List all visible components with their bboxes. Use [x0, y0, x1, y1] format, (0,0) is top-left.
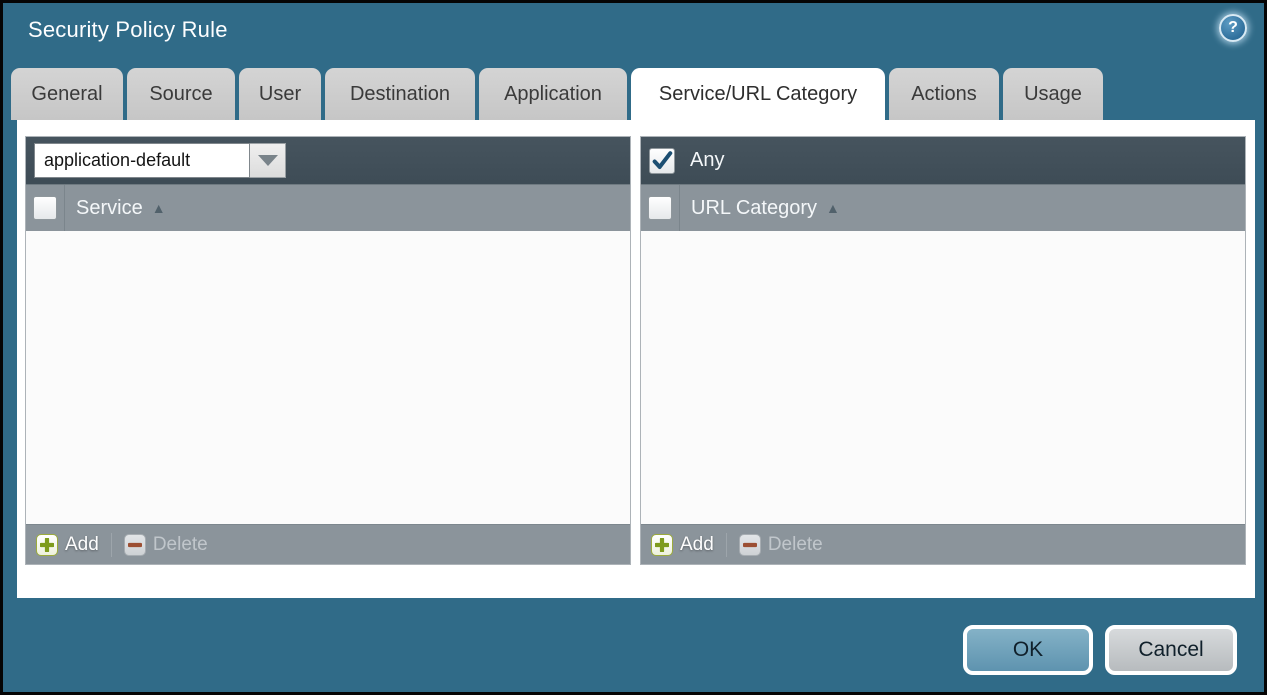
cancel-button-label: Cancel — [1138, 638, 1203, 662]
url-category-column-header[interactable]: URL Category ▲ — [691, 197, 840, 220]
chevron-down-icon — [258, 155, 278, 166]
tab-source[interactable]: Source — [127, 68, 235, 120]
url-category-table-header: URL Category ▲ — [641, 184, 1245, 231]
help-icon[interactable]: ? — [1219, 14, 1247, 42]
help-glyph: ? — [1228, 19, 1238, 37]
any-label: Any — [690, 149, 724, 172]
add-button-label: Add — [680, 534, 714, 556]
url-category-footer: Add Delete — [641, 524, 1245, 564]
minus-icon — [739, 534, 761, 556]
sort-ascending-icon: ▲ — [152, 200, 166, 216]
url-category-table-body — [641, 231, 1245, 524]
service-panel: application-default Service ▲ — [25, 136, 631, 565]
service-select-all-checkbox[interactable] — [33, 196, 57, 220]
any-checkbox[interactable] — [649, 148, 675, 174]
page-title: Security Policy Rule — [28, 17, 228, 43]
delete-button-label: Delete — [153, 534, 208, 556]
minus-icon — [124, 534, 146, 556]
url-category-toolbar: Any — [641, 137, 1245, 184]
service-type-dropdown-value[interactable]: application-default — [34, 143, 250, 178]
sort-ascending-icon: ▲ — [826, 200, 840, 216]
tab-general[interactable]: General — [11, 68, 123, 120]
footer-divider — [726, 533, 727, 557]
ok-button-label: OK — [1013, 638, 1043, 662]
cancel-button[interactable]: Cancel — [1105, 625, 1237, 675]
service-footer: Add Delete — [26, 524, 630, 564]
service-table-body — [26, 231, 630, 524]
tab-label: User — [259, 83, 301, 106]
service-checkbox-column — [26, 185, 65, 231]
url-category-add-button[interactable]: Add — [651, 534, 714, 556]
tab-label: General — [31, 83, 102, 106]
url-category-delete-button[interactable]: Delete — [739, 534, 823, 556]
tab-content-panel: application-default Service ▲ — [17, 120, 1255, 598]
tab-label: Source — [149, 83, 212, 106]
plus-icon — [36, 534, 58, 556]
delete-button-label: Delete — [768, 534, 823, 556]
footer-divider — [111, 533, 112, 557]
url-category-column-label: URL Category — [691, 197, 817, 220]
plus-icon — [651, 534, 673, 556]
tab-label: Application — [504, 83, 602, 106]
service-toolbar: application-default — [26, 137, 630, 184]
url-category-select-all-checkbox[interactable] — [648, 196, 672, 220]
checkmark-icon — [651, 150, 673, 172]
tab-label: Service/URL Category — [659, 83, 857, 106]
service-table-header: Service ▲ — [26, 184, 630, 231]
service-type-dropdown-arrow-button[interactable] — [250, 143, 286, 178]
tab-bar: General Source User Destination Applicat… — [11, 68, 1103, 120]
service-type-dropdown: application-default — [34, 143, 286, 178]
tab-label: Usage — [1024, 83, 1082, 106]
tab-label: Actions — [911, 83, 977, 106]
tab-application[interactable]: Application — [479, 68, 627, 120]
add-button-label: Add — [65, 534, 99, 556]
service-column-label: Service — [76, 197, 143, 220]
service-delete-button[interactable]: Delete — [124, 534, 208, 556]
tab-user[interactable]: User — [239, 68, 321, 120]
tab-usage[interactable]: Usage — [1003, 68, 1103, 120]
url-category-checkbox-column — [641, 185, 680, 231]
service-add-button[interactable]: Add — [36, 534, 99, 556]
tab-destination[interactable]: Destination — [325, 68, 475, 120]
tab-service-url-category[interactable]: Service/URL Category — [631, 68, 885, 120]
tab-label: Destination — [350, 83, 450, 106]
ok-button[interactable]: OK — [963, 625, 1093, 675]
tab-actions[interactable]: Actions — [889, 68, 999, 120]
security-policy-rule-dialog: Security Policy Rule ? General Source Us… — [0, 0, 1267, 695]
service-column-header[interactable]: Service ▲ — [76, 197, 166, 220]
url-category-panel: Any URL Category ▲ — [640, 136, 1246, 565]
